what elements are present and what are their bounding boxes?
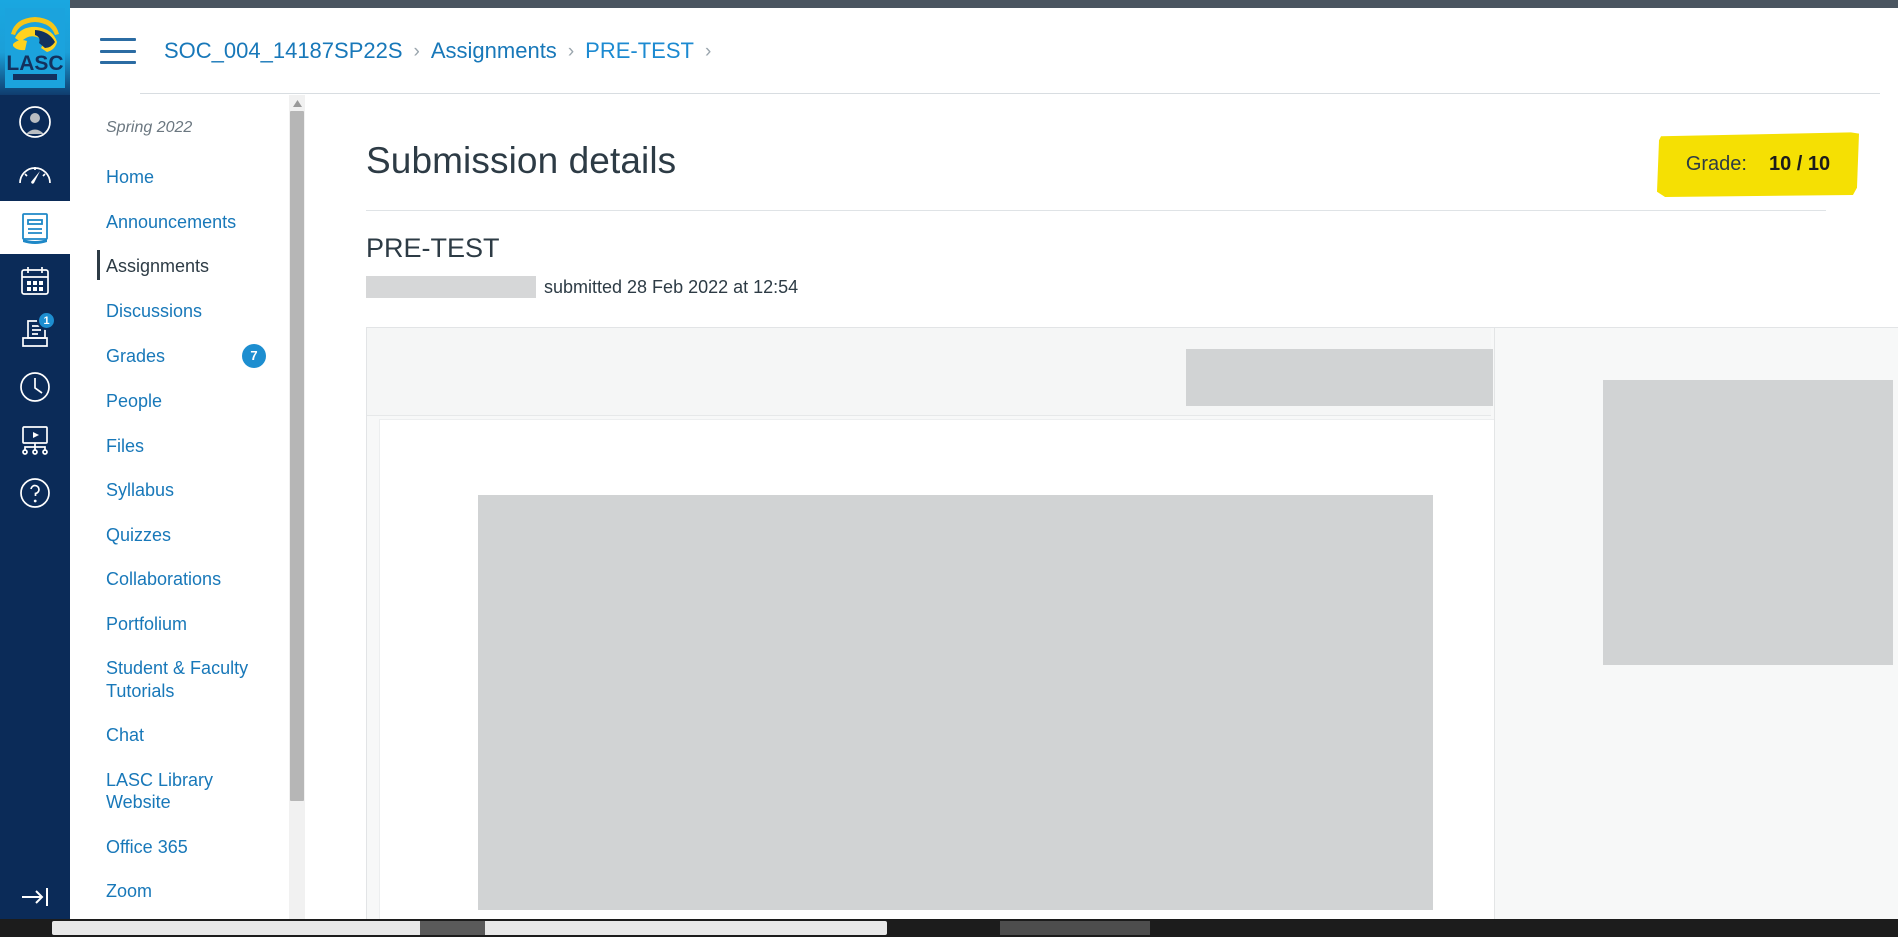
course-nav-label: People xyxy=(106,391,163,411)
scroll-up-arrow-icon[interactable] xyxy=(289,95,305,111)
grade-score: 10 / 10 xyxy=(1768,152,1831,175)
breadcrumb-pre-test[interactable]: PRE-TEST xyxy=(585,38,694,64)
dashboard-gauge-icon xyxy=(18,161,52,189)
course-nav-label: Discussions xyxy=(106,300,203,321)
course-nav-item-quizzes[interactable]: Quizzes xyxy=(70,513,290,558)
global-nav-item-inbox[interactable]: 1 xyxy=(0,307,70,360)
course-nav-item-assignments[interactable]: Assignments xyxy=(70,244,290,289)
course-nav-item-student-faculty-tutorials[interactable]: Student & Faculty Tutorials xyxy=(70,646,290,713)
calendar-icon xyxy=(19,265,51,297)
term-label: Spring 2022 xyxy=(106,119,193,136)
global-nav-item-help[interactable] xyxy=(0,466,70,519)
grade-badge: Grade: 10 / 10 xyxy=(1657,131,1859,197)
breadcrumb-course[interactable]: SOC_004_14187SP22S xyxy=(164,38,403,64)
breadcrumb-separator: › xyxy=(567,40,575,62)
preview-placeholder-block xyxy=(1186,349,1493,406)
grades-count-badge: 7 xyxy=(242,344,266,368)
course-nav-label: Home xyxy=(106,167,155,187)
course-nav-item-announcements[interactable]: Announcements xyxy=(70,200,290,245)
preview-document-page xyxy=(380,420,1500,929)
course-nav-scroll-thumb[interactable] xyxy=(290,111,304,801)
course-nav-item-home[interactable]: Home xyxy=(70,155,290,200)
course-nav-item-lasc-library-website[interactable]: LASC Library Website xyxy=(70,758,290,825)
course-nav-label: Syllabus xyxy=(106,480,175,500)
lasc-logo[interactable]: LASC xyxy=(0,0,70,95)
studio-screen-icon xyxy=(18,425,52,455)
course-nav-label: Collaborations xyxy=(106,569,222,589)
assignment-title: PRE-TEST xyxy=(366,233,500,263)
global-nav-item-calendar[interactable] xyxy=(0,254,70,307)
hamburger-menu-icon[interactable] xyxy=(100,38,136,64)
course-nav-item-people[interactable]: People xyxy=(70,379,290,424)
course-nav-scrollbar[interactable] xyxy=(289,95,305,929)
submission-meta: submitted 28 Feb 2022 at 12:54 xyxy=(306,264,1898,298)
course-nav-label: Announcements xyxy=(106,211,237,232)
horizontal-scrollbar[interactable] xyxy=(0,919,1898,937)
course-nav-item-office-365[interactable]: Office 365 xyxy=(70,825,290,870)
breadcrumb-separator: › xyxy=(413,40,420,62)
course-nav-label: Quizzes xyxy=(106,524,172,545)
browser-chrome-strip xyxy=(0,0,1898,8)
preview-toolbar xyxy=(367,328,1493,416)
global-nav-item-dashboard[interactable] xyxy=(0,148,70,201)
course-nav-label: Assignments xyxy=(106,256,210,276)
global-nav-item-history[interactable] xyxy=(0,360,70,413)
grade-label: Grade: xyxy=(1685,152,1747,175)
course-nav-item-syllabus[interactable]: Syllabus xyxy=(70,468,290,513)
preview-side-rail xyxy=(1494,328,1898,929)
breadcrumb: SOC_004_14187SP22S › Assignments › PRE-T… xyxy=(164,38,722,64)
global-nav-item-studio[interactable] xyxy=(0,413,70,466)
course-nav-label: Chat xyxy=(106,725,145,745)
course-nav-item-collaborations[interactable]: Collaborations xyxy=(70,557,290,602)
page-header: SOC_004_14187SP22S › Assignments › PRE-T… xyxy=(70,8,1898,94)
course-navigation: Spring 2022 Home Announcements Assignmen… xyxy=(70,95,290,929)
course-nav-label: Files xyxy=(106,435,145,456)
course-nav-item-portfolium[interactable]: Portfolium xyxy=(70,602,290,647)
course-nav-item-chat[interactable]: Chat xyxy=(70,713,290,758)
help-question-icon xyxy=(19,477,51,509)
global-nav-item-courses[interactable] xyxy=(0,201,70,254)
global-navigation: LASC 1 xyxy=(0,0,70,929)
user-avatar-icon xyxy=(18,105,52,139)
preview-placeholder-block xyxy=(1603,380,1893,665)
inbox-unread-badge: 1 xyxy=(37,311,56,330)
expand-arrow-icon xyxy=(18,885,52,914)
breadcrumb-assignments[interactable]: Assignments xyxy=(431,38,557,64)
global-nav-item-account[interactable] xyxy=(0,95,70,148)
svg-text:LASC: LASC xyxy=(6,52,63,75)
submission-preview[interactable] xyxy=(366,327,1898,929)
scrollbar-segment xyxy=(1000,921,1150,935)
breadcrumb-separator: › xyxy=(704,40,712,62)
course-nav-item-discussions[interactable]: Discussions xyxy=(70,289,290,334)
course-nav-label: Office 365 xyxy=(106,836,188,857)
course-nav-label: Student & Faculty Tutorials xyxy=(106,658,249,701)
course-nav-label: Portfolium xyxy=(106,613,188,634)
course-nav-item-grades[interactable]: Grades 7 xyxy=(70,333,290,379)
submitted-timestamp: submitted 28 Feb 2022 at 12:54 xyxy=(544,276,799,297)
redacted-student-name xyxy=(366,276,536,298)
course-nav-item-files[interactable]: Files xyxy=(70,424,290,469)
grade-text: Grade: 10 / 10 xyxy=(1657,131,1859,197)
course-nav-label: Grades xyxy=(106,345,166,366)
main-content: Submission details PRE-TEST submitted 28… xyxy=(306,95,1898,929)
course-nav-item-zoom[interactable]: Zoom xyxy=(70,869,290,914)
scrollbar-segment xyxy=(420,921,485,935)
preview-placeholder-block xyxy=(478,495,1433,910)
course-nav-label: LASC Library Website xyxy=(106,769,214,813)
course-nav-label: Zoom xyxy=(106,881,153,901)
courses-book-icon xyxy=(20,212,50,244)
clock-history-icon xyxy=(19,371,51,403)
header-divider xyxy=(140,93,1880,94)
